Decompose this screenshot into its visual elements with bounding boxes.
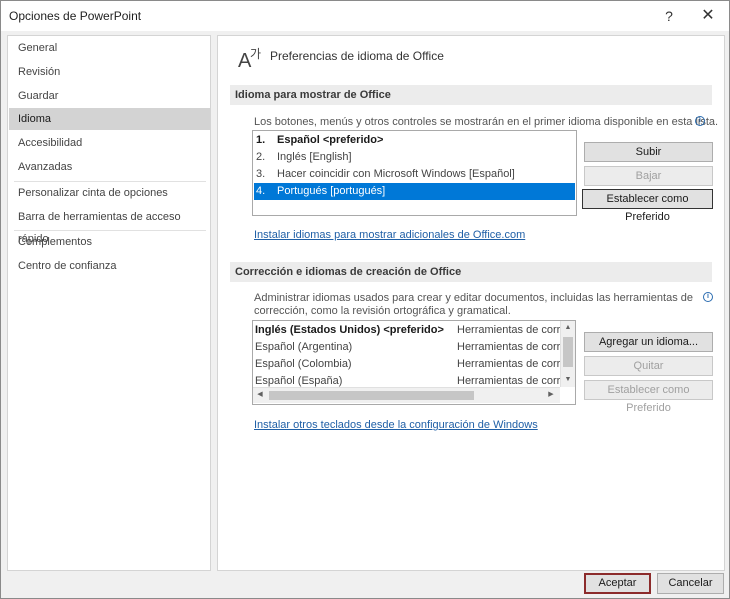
options-dialog: Opciones de PowerPoint ? ✕ General Revis… [0,0,730,599]
scroll-thumb[interactable] [563,337,573,367]
nav-item-guardar[interactable]: Guardar [9,85,210,107]
nav-item-personalizar-cinta[interactable]: Personalizar cinta de opciones [9,182,210,204]
window-title: Opciones de PowerPoint [9,9,142,23]
nav-item-revision[interactable]: Revisión [9,61,210,83]
language-panel: A 가 Preferencias de idioma de Office Idi… [217,35,725,571]
authoring-section-title: Corrección e idiomas de creación de Offi… [230,262,712,282]
options-nav: General Revisión Guardar Idioma Accesibi… [7,35,211,571]
display-language-item[interactable]: 2. Inglés [English] [254,149,575,166]
install-display-languages-link[interactable]: Instalar idiomas para mostrar adicionale… [254,229,525,241]
display-language-description: Los botones, menús y otros controles se … [254,116,719,128]
scroll-thumb[interactable] [269,391,474,400]
scroll-left-arrow-icon[interactable]: ◀ [253,388,267,402]
nav-item-general[interactable]: General [9,37,210,59]
nav-item-idioma[interactable]: Idioma [9,108,210,130]
authoring-language-item[interactable]: Inglés (Estados Unidos) <preferido> Herra… [254,322,566,339]
set-preferred-display-button[interactable]: Establecer como Preferido [582,189,713,223]
set-preferred-authoring-button[interactable]: Establecer como Preferido [584,380,713,414]
install-keyboards-link[interactable]: Instalar otros teclados desde la configu… [254,419,538,431]
authoring-language-item[interactable]: Español (Colombia) Herramientas de corre [254,356,566,373]
ok-button[interactable]: Aceptar [584,573,651,594]
authoring-language-item[interactable]: Español (Argentina) Herramientas de corre [254,339,566,356]
move-up-button[interactable]: Subir [584,142,713,162]
display-language-item-selected[interactable]: 4. Portugués [portugués] [254,183,575,200]
authoring-description-line1: Administrar idiomas usados para crear y … [254,292,693,304]
display-language-list[interactable]: 1. Español <preferido> 2. Inglés [English]… [252,130,577,216]
panel-title: Preferencias de idioma de Office [270,49,444,63]
close-button[interactable]: ✕ [693,5,723,27]
display-language-item[interactable]: 3. Hacer coincidir con Microsoft Windows … [254,166,575,183]
add-language-button[interactable]: Agregar un idioma... [584,332,713,352]
svg-text:가: 가 [250,47,261,61]
cancel-button[interactable]: Cancelar [657,573,724,594]
scroll-up-arrow-icon[interactable]: ▲ [561,321,575,335]
nav-item-barra-acceso-rapido[interactable]: Barra de herramientas de acceso rápido [9,206,210,245]
info-icon[interactable]: i [703,292,713,302]
help-button[interactable]: ? [657,5,681,27]
display-language-section-title: Idioma para mostrar de Office [230,85,712,105]
nav-item-complementos[interactable]: Complementos [9,231,210,253]
display-language-item[interactable]: 1. Español <preferido> [254,132,575,149]
horizontal-scrollbar[interactable]: ◀ ▶ [253,387,560,403]
scroll-right-arrow-icon[interactable]: ▶ [544,388,558,402]
move-down-button[interactable]: Bajar [584,166,713,186]
language-icon: A 가 [238,47,261,72]
nav-item-centro-confianza[interactable]: Centro de confianza [9,255,210,277]
vertical-scrollbar[interactable]: ▲ ▼ [560,321,575,387]
remove-language-button[interactable]: Quitar [584,356,713,376]
info-icon[interactable]: i [695,116,705,126]
nav-item-accesibilidad[interactable]: Accesibilidad [9,132,210,154]
scroll-down-arrow-icon[interactable]: ▼ [561,373,575,387]
nav-item-avanzadas[interactable]: Avanzadas [9,156,210,178]
title-bar: Opciones de PowerPoint ? ✕ [1,1,729,31]
authoring-language-list[interactable]: Inglés (Estados Unidos) <preferido> Herra… [252,320,576,405]
authoring-description-line2: corrección, como la revisión ortográfica… [254,305,511,317]
